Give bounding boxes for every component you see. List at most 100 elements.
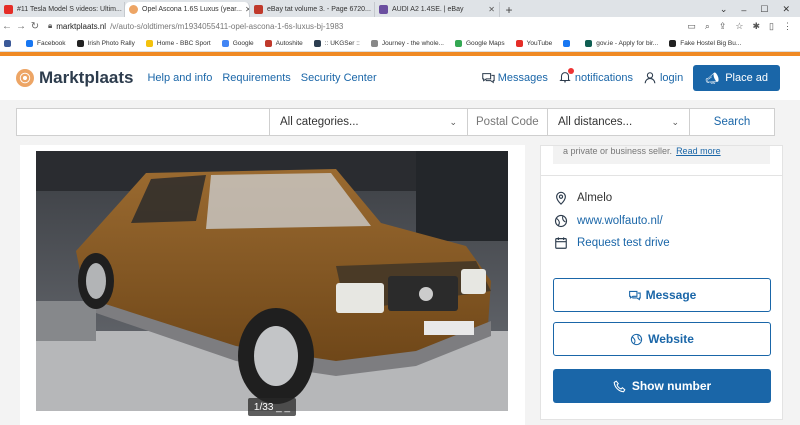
close-icon[interactable]: ✕ — [485, 5, 495, 14]
minimize-icon[interactable]: – — [741, 5, 746, 15]
website-link[interactable]: www.wolfauto.nl/ — [577, 215, 663, 227]
place-ad-button[interactable]: 📣︎ Place ad — [693, 65, 780, 91]
requirements-link[interactable]: Requirements — [222, 72, 290, 84]
marktplaats-logo[interactable]: ⦿ Marktplaats — [16, 68, 133, 88]
bookmark-label: Autoshite — [275, 39, 303, 47]
logo-text: Marktplaats — [39, 68, 134, 87]
tab-title: #11 Tesla Model S videos: Ultim... — [17, 6, 122, 13]
window-close-icon[interactable]: ✕ — [782, 4, 790, 15]
forward-icon[interactable]: → — [14, 21, 28, 32]
message-button[interactable]: Message — [553, 278, 771, 312]
test-drive-link[interactable]: Request test drive — [577, 237, 670, 249]
share-icon[interactable]: ⇪ — [719, 21, 727, 32]
seller-type-note: a private or business seller. Read more — [553, 146, 770, 164]
category-value: All categories... — [280, 116, 359, 128]
bookmark-label: Google — [232, 39, 254, 47]
phone-icon — [613, 380, 626, 392]
reload-icon[interactable]: ↻ — [28, 21, 42, 32]
address-bar: ← → ↻ 🔒︎ marktplaats.nl/v/auto-s/oldtime… — [0, 17, 800, 35]
chevron-down-icon: ⌄ — [449, 116, 457, 127]
bookmark-item[interactable]: Journey - the whole... — [370, 39, 444, 47]
browser-tab[interactable]: eBay tat volume 3. - Page 6720... ✕ — [250, 2, 375, 17]
search-input[interactable] — [17, 109, 270, 135]
bookmark-label: :: UKGSer :: — [324, 39, 360, 47]
search-button[interactable]: Search — [690, 109, 774, 135]
bookmark-item[interactable]: Facebook — [26, 39, 66, 47]
request-test-drive[interactable]: Request test drive — [554, 236, 670, 250]
login-link[interactable]: login — [643, 71, 683, 85]
bookmark-item[interactable]: Google Maps — [454, 39, 505, 47]
browser-tab[interactable]: AUDI A2 1.4SE. | eBay ✕ — [375, 2, 500, 17]
zoom-icon[interactable]: ⌕ — [705, 21, 710, 32]
postal-code-input[interactable]: Postal Code — [468, 109, 548, 135]
globe-icon — [554, 214, 568, 228]
seller-type-text: a private or business seller. — [563, 146, 673, 156]
maximize-icon[interactable]: ☐ — [760, 4, 768, 15]
globe-icon — [630, 333, 643, 345]
bookmark-item[interactable]: Fake Hostel Big Bu... — [669, 39, 742, 47]
tab-title: Opel Ascona 1.6S Luxus (year... — [142, 6, 243, 13]
bookmark-item[interactable] — [4, 39, 15, 47]
distance-select[interactable]: All distances... ⌄ — [548, 109, 690, 135]
website-button[interactable]: Website — [553, 322, 771, 356]
read-more-link[interactable]: Read more — [676, 146, 721, 156]
messages-link[interactable]: Messages — [481, 71, 548, 85]
bookmark-label: YouTube — [526, 39, 553, 47]
bookmark-item[interactable]: :: UKGSer :: — [313, 39, 360, 47]
back-icon[interactable]: ← — [0, 21, 14, 32]
close-icon[interactable]: ✕ — [242, 5, 249, 14]
tab-title: eBay tat volume 3. - Page 6720... — [267, 6, 371, 13]
bookmark-label: Fake Hostel Big Bu... — [680, 39, 742, 47]
bookmark-label: Home - BBC Sport — [156, 39, 211, 47]
bookmark-item[interactable]: Autoshite — [264, 39, 303, 47]
location-text: Almelo — [577, 192, 613, 204]
bell-icon — [558, 67, 574, 87]
cast-icon[interactable]: ▭ — [687, 21, 696, 32]
show-number-button[interactable]: Show number — [553, 369, 771, 403]
star-icon[interactable]: ☆ — [735, 21, 743, 32]
extensions-icon[interactable]: ✱ — [753, 21, 761, 32]
bookmark-item[interactable]: gov.ie - Apply for bir... — [585, 39, 658, 47]
security-center-link[interactable]: Security Center — [301, 72, 377, 84]
sidebar-icon[interactable]: ▯ — [769, 21, 774, 32]
bookmark-item[interactable]: Irish Photo Rally — [76, 39, 135, 47]
bookmark-favicon-icon — [4, 39, 11, 47]
message-button-label: Message — [645, 288, 697, 302]
location-pin-icon — [556, 191, 566, 205]
search-bar: All categories... ⌄ Postal Code All dist… — [16, 108, 775, 136]
listing-photo[interactable] — [36, 151, 508, 411]
bookmarks-bar: Facebook Irish Photo Rally Home - BBC Spor… — [0, 35, 800, 52]
seller-website[interactable]: www.wolfauto.nl/ — [554, 214, 663, 228]
browser-tab-bar: #11 Tesla Model S videos: Ultim... ✕ Ope… — [0, 0, 800, 17]
bookmark-label: Journey - the whole... — [381, 39, 444, 47]
divider — [540, 175, 783, 176]
browser-tab-active[interactable]: Opel Ascona 1.6S Luxus (year... ✕ — [125, 2, 250, 17]
notifications-link[interactable]: notifications — [558, 67, 633, 87]
tab-search-icon[interactable]: ⌄ — [720, 4, 728, 15]
new-tab-button[interactable]: + — [500, 2, 518, 17]
bookmark-label: Google Maps — [465, 39, 505, 47]
marktplaats-icon — [129, 5, 138, 14]
help-link[interactable]: Help and info — [147, 72, 212, 84]
logo-mark-icon: ⦿ — [16, 69, 34, 87]
bookmark-favicon-icon — [76, 39, 84, 47]
header-actions: Messages notifications login 📣︎ Place ad — [481, 65, 780, 91]
search-section: All categories... ⌄ Postal Code All dist… — [0, 100, 800, 144]
browser-tab[interactable]: #11 Tesla Model S videos: Ultim... ✕ — [0, 2, 125, 17]
bookmark-favicon-icon — [669, 39, 677, 47]
bookmark-item[interactable]: YouTube — [515, 39, 553, 47]
menu-icon[interactable]: ⋮ — [783, 21, 792, 32]
photo-counter: 1/33 _ _ — [248, 398, 296, 416]
seller-location: Almelo — [554, 191, 612, 205]
bookmark-favicon-icon — [454, 39, 462, 47]
bookmark-item[interactable]: Home - BBC Sport — [145, 39, 211, 47]
bookmark-label: Facebook — [37, 39, 66, 47]
category-select[interactable]: All categories... ⌄ — [270, 109, 468, 135]
bookmark-favicon-icon — [563, 39, 571, 47]
browser-toolbar-icons: ▭ ⌕ ⇪ ☆ ✱ ▯ ⋮ — [687, 21, 800, 32]
bookmark-favicon-icon — [585, 39, 593, 47]
bookmark-item[interactable] — [563, 39, 574, 47]
bookmark-item[interactable]: Google — [221, 39, 254, 47]
window-controls: ⌄ – ☐ ✕ — [720, 2, 800, 17]
url-field[interactable]: 🔒︎ marktplaats.nl/v/auto-s/oldtimers/m19… — [48, 19, 687, 33]
